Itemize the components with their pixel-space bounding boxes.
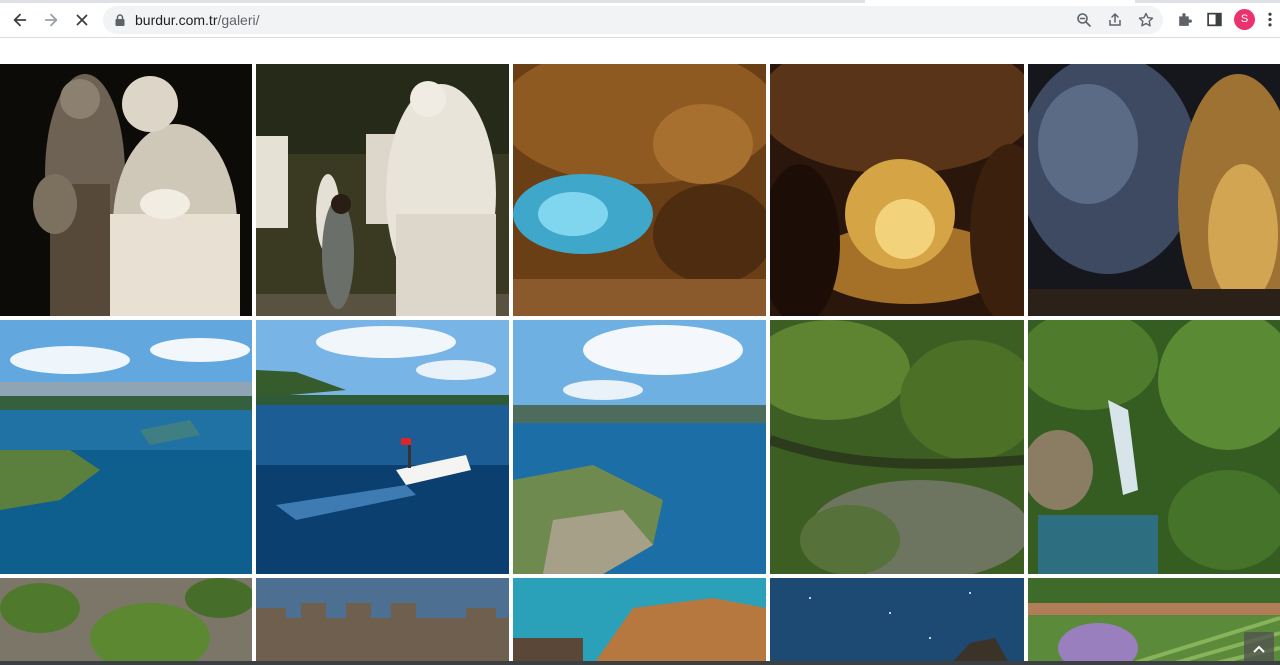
gallery-photo-statues[interactable] bbox=[0, 64, 252, 316]
gallery-photo-cave-gold[interactable] bbox=[770, 64, 1024, 316]
back-button[interactable] bbox=[7, 7, 33, 33]
cave-blue-photo bbox=[513, 64, 766, 316]
forward-button[interactable] bbox=[38, 7, 64, 33]
extensions-icon bbox=[1178, 12, 1192, 26]
gallery-photo-cave-mixed[interactable] bbox=[1028, 64, 1280, 316]
stop-loading-icon bbox=[76, 14, 88, 26]
zoom-icon bbox=[1077, 13, 1091, 27]
statues-photo bbox=[0, 64, 252, 316]
lock-icon[interactable] bbox=[113, 13, 127, 27]
gallery-photo-lavender[interactable] bbox=[1028, 578, 1280, 665]
back-arrow-icon bbox=[13, 13, 27, 27]
star-icon bbox=[1138, 12, 1154, 27]
castle-photo bbox=[256, 578, 509, 665]
url-text[interactable]: burdur.com.tr/galeri/ bbox=[135, 12, 260, 28]
rocks-sea-photo bbox=[513, 578, 766, 665]
active-tab[interactable] bbox=[865, 0, 1135, 3]
gallery-photo-lake-islands[interactable] bbox=[0, 320, 252, 574]
aerial-trees-photo bbox=[0, 578, 252, 665]
stop-button[interactable] bbox=[69, 7, 95, 33]
browser-menu-button[interactable] bbox=[1264, 9, 1276, 29]
gallery-photo-rocks-sea[interactable] bbox=[513, 578, 766, 665]
share-button[interactable] bbox=[1106, 11, 1124, 29]
gallery-photo-aerial-trees[interactable] bbox=[0, 578, 252, 665]
gallery-photo-castle[interactable] bbox=[256, 578, 509, 665]
lake-islands-photo bbox=[0, 320, 252, 574]
extensions-button[interactable] bbox=[1174, 9, 1194, 29]
chevron-up-icon bbox=[1253, 645, 1265, 653]
forward-arrow-icon bbox=[44, 13, 58, 27]
cave-gold-photo bbox=[770, 64, 1024, 316]
gallery-photo-canyon[interactable] bbox=[770, 320, 1024, 574]
address-bar[interactable]: burdur.com.tr/galeri/ bbox=[103, 6, 1163, 34]
kebab-menu-icon bbox=[1268, 12, 1272, 26]
window-bottom-edge bbox=[0, 661, 1280, 665]
museum-photo bbox=[256, 64, 509, 316]
side-panel-button[interactable] bbox=[1204, 9, 1224, 29]
tab-strip bbox=[0, 0, 1280, 3]
cave-mixed-photo bbox=[1028, 64, 1280, 316]
gallery-photo-night-sky[interactable] bbox=[770, 578, 1024, 665]
side-panel-icon bbox=[1206, 12, 1222, 26]
boat-photo bbox=[256, 320, 509, 574]
canyon-photo bbox=[770, 320, 1024, 574]
gallery-photo-peninsula[interactable] bbox=[513, 320, 766, 574]
lavender-photo bbox=[1028, 578, 1280, 665]
profile-avatar[interactable]: S bbox=[1234, 9, 1255, 30]
gallery-photo-museum[interactable] bbox=[256, 64, 509, 316]
url-host: burdur.com.tr bbox=[135, 12, 218, 28]
gallery-photo-cave-blue[interactable] bbox=[513, 64, 766, 316]
browser-toolbar: burdur.com.tr/galeri/ S bbox=[0, 0, 1280, 38]
peninsula-photo bbox=[513, 320, 766, 574]
photo-gallery bbox=[0, 64, 1280, 665]
bookmark-button[interactable] bbox=[1137, 11, 1155, 29]
night-sky-photo bbox=[770, 578, 1024, 665]
gallery-photo-waterfall[interactable] bbox=[1028, 320, 1280, 574]
zoom-button[interactable] bbox=[1075, 11, 1093, 29]
gallery-photo-boat[interactable] bbox=[256, 320, 509, 574]
url-path: /galeri/ bbox=[217, 12, 260, 28]
share-icon bbox=[1109, 13, 1121, 26]
waterfall-photo bbox=[1028, 320, 1280, 574]
